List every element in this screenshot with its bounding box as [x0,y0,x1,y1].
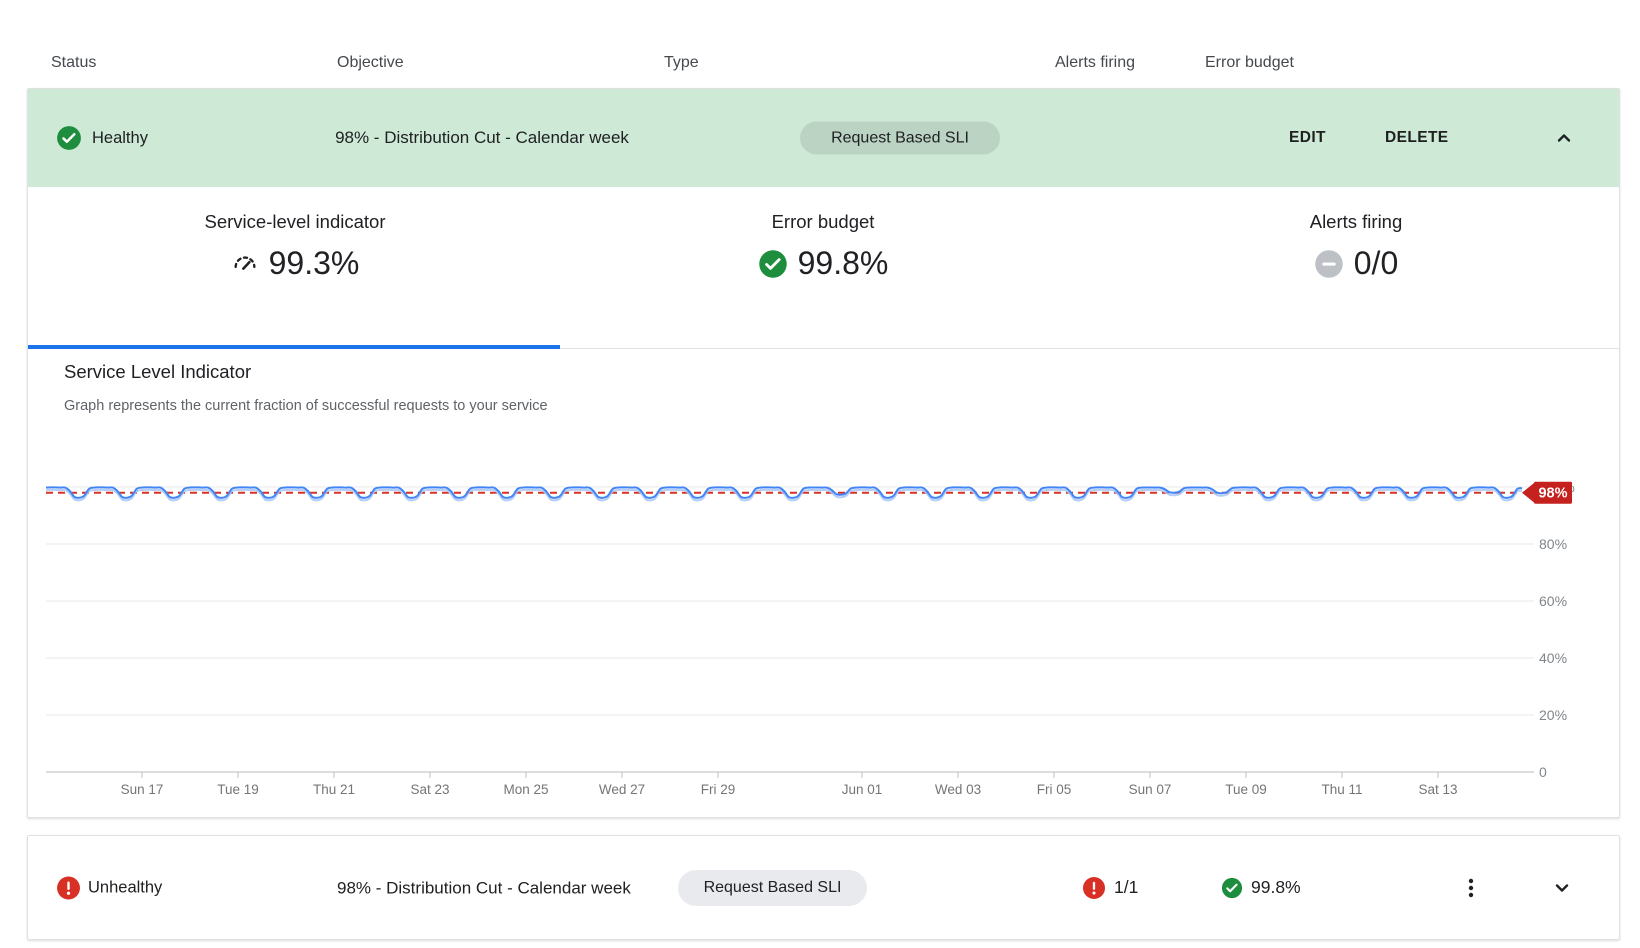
tab-title: Error budget [643,211,1003,233]
tab-service-level-indicator[interactable]: Service-level indicator 99.3% [115,187,475,345]
objective-text: 98% - Distribution Cut - Calendar week [337,872,643,903]
chart-subtitle: Graph represents the current fraction of… [64,398,548,414]
collapse-row-button[interactable] [1549,123,1579,153]
column-header-status: Status [51,54,96,72]
tab-alerts-firing[interactable]: Alerts firing 0/0 [1176,187,1536,345]
gauge-icon [231,250,259,278]
column-header-type: Type [664,54,699,72]
svg-text:Jun 01: Jun 01 [842,782,883,797]
healthy-slo-row[interactable]: Healthy 98% - Distribution Cut - Calenda… [28,89,1619,187]
tab-title: Service-level indicator [115,211,475,233]
svg-text:Fri 05: Fri 05 [1037,782,1072,797]
objective-text: 98% - Distribution Cut - Calendar week [307,128,657,148]
error-circle-icon [1082,876,1106,900]
slo-list-page: Status Objective Type Alerts firing Erro… [0,0,1640,948]
tabs-divider [560,348,1619,349]
expand-row-button[interactable] [1547,873,1577,903]
status-label: Healthy [92,129,148,148]
svg-text:Thu 21: Thu 21 [313,782,355,797]
sli-type-chip: Request Based SLI [678,870,867,906]
alerts-firing-cell: 1/1 [1082,876,1138,900]
svg-text:Mon 25: Mon 25 [503,782,548,797]
svg-text:Tue 19: Tue 19 [217,782,259,797]
svg-text:Tue 09: Tue 09 [1225,782,1267,797]
svg-text:Fri 29: Fri 29 [701,782,736,797]
column-header-alerts-firing: Alerts firing [1055,54,1135,72]
tab-title: Alerts firing [1176,211,1536,233]
error-budget-value: 99.8% [1251,877,1301,898]
svg-text:Thu 11: Thu 11 [1321,782,1362,797]
chart-title: Service Level Indicator [64,361,251,383]
svg-text:Sun 17: Sun 17 [121,782,164,797]
slo-card-expanded: Healthy 98% - Distribution Cut - Calenda… [27,88,1620,818]
alerts-firing-value: 1/1 [1114,877,1138,898]
svg-text:60%: 60% [1539,593,1567,609]
status-label: Unhealthy [88,878,162,897]
delete-button[interactable]: DELETE [1385,129,1449,147]
svg-text:Sat 23: Sat 23 [410,782,449,797]
svg-text:40%: 40% [1539,650,1567,666]
unhealthy-slo-row[interactable]: Unhealthy 98% - Distribution Cut - Calen… [27,835,1620,940]
svg-text:Wed 27: Wed 27 [599,782,645,797]
error-circle-icon [56,875,81,900]
check-circle-icon [758,249,788,279]
chevron-up-icon [1552,126,1576,150]
chevron-down-icon [1550,876,1574,900]
svg-text:98%: 98% [1538,486,1567,502]
column-header-error-budget: Error budget [1205,54,1294,72]
column-header-objective: Objective [337,54,404,72]
svg-text:0: 0 [1539,764,1547,780]
svg-text:Wed 03: Wed 03 [935,782,981,797]
sli-line-chart: 100%80%60%40%20%0Sun 17Tue 19Thu 21Sat 2… [46,441,1606,811]
minus-circle-icon [1314,249,1344,279]
svg-text:80%: 80% [1539,536,1567,552]
alerts-firing-value: 0/0 [1354,245,1398,282]
sli-value: 99.3% [269,245,360,282]
edit-button[interactable]: EDIT [1289,129,1326,147]
tab-error-budget[interactable]: Error budget 99.8% [643,187,1003,345]
status-cell: Healthy [56,125,148,151]
sli-type-chip: Request Based SLI [800,122,1000,155]
row-overflow-menu-button[interactable] [1456,873,1486,903]
error-budget-value: 99.8% [798,245,889,282]
check-circle-icon [1221,877,1243,899]
check-circle-icon [56,125,82,151]
svg-text:Sat 13: Sat 13 [1418,782,1457,797]
kebab-menu-icon [1459,876,1483,900]
error-budget-cell: 99.8% [1221,877,1301,899]
svg-text:Sun 07: Sun 07 [1129,782,1172,797]
active-tab-indicator [28,345,560,349]
svg-text:20%: 20% [1539,707,1567,723]
